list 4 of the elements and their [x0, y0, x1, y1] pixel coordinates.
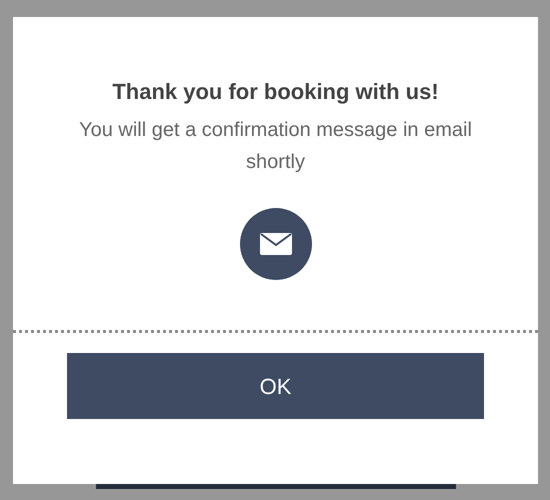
envelope-icon [260, 233, 292, 255]
dialog-message: You will get a confirmation message in email shortly [78, 118, 473, 175]
dialog-title: Thank you for booking with us! [112, 78, 439, 106]
ok-button[interactable]: OK [67, 353, 484, 419]
